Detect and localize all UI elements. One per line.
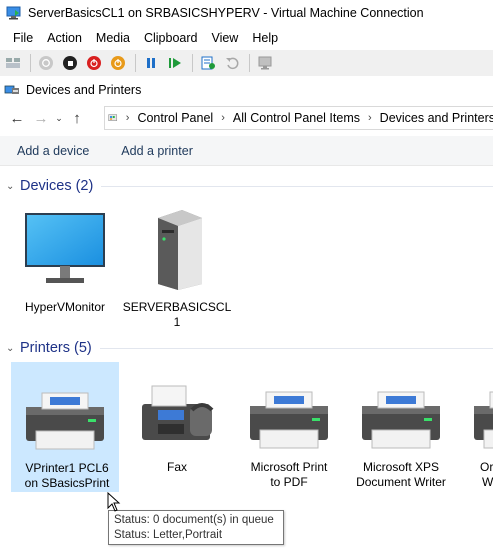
device-label-line2: 1 [173, 315, 181, 329]
breadcrumb-all-items[interactable]: All Control Panel Items [233, 111, 360, 125]
printer-label-line1: Microsoft XPS [362, 460, 440, 474]
printer-label-line2: Document Writer [356, 475, 446, 489]
printer-label-line2: W [482, 475, 493, 489]
device-label-line1: SERVERBASICSCL [122, 300, 232, 314]
breadcrumb-separator-icon[interactable]: › [221, 112, 225, 124]
printer-icon [250, 391, 328, 449]
devices-printers-icon [4, 85, 19, 94]
resume-icon[interactable] [164, 52, 186, 74]
recent-locations-chevron-icon[interactable]: ⌄ [52, 107, 66, 129]
explorer-title-bar: Devices and Printers [0, 79, 493, 101]
computer-tower-icon [158, 210, 202, 290]
printer-item-vprinter1[interactable]: VPrinter1 PCL6 on SBasicsPrint [11, 362, 119, 492]
revert-icon[interactable] [221, 52, 243, 74]
devices-group-header[interactable]: ⌄ Devices (2) [0, 176, 493, 196]
collapse-chevron-icon[interactable]: ⌄ [6, 343, 18, 354]
turn-off-icon[interactable] [59, 52, 81, 74]
printer-item-microsoft-print-to-pdf[interactable]: Microsoft Print to PDF [234, 362, 344, 492]
add-device-button[interactable]: Add a device [17, 144, 89, 158]
tooltip-line-paper: Status: Letter,Portrait [114, 529, 223, 541]
start-icon[interactable] [35, 52, 57, 74]
power-icon[interactable] [107, 52, 129, 74]
printer-label-line2: on SBasicsPrint [24, 476, 110, 490]
printer-item-fax[interactable]: Fax [122, 362, 232, 492]
ctrl-alt-del-icon[interactable] [2, 52, 24, 74]
enhanced-session-icon[interactable] [254, 52, 276, 74]
printer-item-onenote-clipped[interactable]: Or W [458, 362, 493, 492]
mouse-cursor-icon [107, 492, 121, 512]
vm-monitor-icon[interactable] [6, 6, 22, 20]
monitor-icon [25, 213, 105, 283]
shutdown-icon[interactable] [83, 52, 105, 74]
toolbar-separator [192, 54, 193, 72]
menu-action[interactable]: Action [40, 27, 89, 49]
printer-label-line1: VPrinter1 PCL6 [25, 461, 109, 475]
fax-icon [142, 385, 214, 440]
collapse-chevron-icon[interactable]: ⌄ [6, 181, 18, 192]
toolbar-separator [135, 54, 136, 72]
menu-media[interactable]: Media [89, 27, 137, 49]
back-arrow-icon[interactable]: ← [6, 107, 28, 129]
printer-icon [474, 391, 493, 449]
title-bar: ServerBasicsCL1 on SRBASICSHYPERV - Virt… [0, 0, 493, 26]
group-divider [99, 347, 493, 349]
control-panel-icon [108, 114, 118, 121]
toolbar-separator [249, 54, 250, 72]
printer-label-line1: Microsoft Print [250, 460, 328, 474]
address-box[interactable]: › Control Panel › All Control Panel Item… [104, 106, 493, 130]
device-label: HyperVMonitor [24, 300, 106, 314]
device-item-serverbasicscl1[interactable]: SERVERBASICSCL 1 [122, 204, 232, 334]
printer-label: Fax [166, 460, 187, 474]
printer-icon [362, 391, 440, 449]
vm-toolbar [0, 50, 493, 76]
pause-icon[interactable] [140, 52, 162, 74]
forward-arrow-icon[interactable]: → [30, 107, 52, 129]
printers-group-header[interactable]: ⌄ Printers (5) [0, 338, 493, 358]
toolbar-separator [30, 54, 31, 72]
menu-help[interactable]: Help [245, 27, 285, 49]
printers-group-title: Printers (5) [20, 340, 92, 356]
command-bar: Add a device Add a printer [0, 136, 493, 166]
printer-status-tooltip: Status: 0 document(s) in queue Status: L… [108, 510, 284, 545]
menu-file[interactable]: File [6, 27, 40, 49]
checkpoint-icon[interactable] [197, 52, 219, 74]
printer-item-microsoft-xps[interactable]: Microsoft XPS Document Writer [346, 362, 456, 492]
printer-icon [26, 392, 104, 450]
add-printer-button[interactable]: Add a printer [121, 144, 193, 158]
tooltip-line-queue: Status: 0 document(s) in queue [114, 514, 274, 526]
breadcrumb-separator-icon[interactable]: › [126, 112, 130, 124]
group-divider [101, 185, 493, 187]
explorer-title: Devices and Printers [26, 83, 142, 97]
menu-bar: File Action Media Clipboard View Help [0, 27, 493, 49]
up-arrow-icon[interactable]: ↑ [66, 107, 88, 129]
device-item-hypervmonitor[interactable]: HyperVMonitor [10, 204, 120, 334]
devices-group-title: Devices (2) [20, 178, 94, 194]
breadcrumb-devices-printers[interactable]: Devices and Printers [380, 111, 493, 125]
menu-clipboard[interactable]: Clipboard [137, 27, 205, 49]
breadcrumb-control-panel[interactable]: Control Panel [137, 111, 213, 125]
menu-view[interactable]: View [204, 27, 245, 49]
breadcrumb-separator-icon[interactable]: › [368, 112, 372, 124]
address-bar-row: ← → ⌄ ↑ › Control Panel › All Control Pa… [0, 104, 493, 132]
printer-label-line1: Or [480, 460, 493, 474]
window-title: ServerBasicsCL1 on SRBASICSHYPERV - Virt… [28, 6, 424, 20]
printer-label-line2: to PDF [270, 475, 308, 489]
